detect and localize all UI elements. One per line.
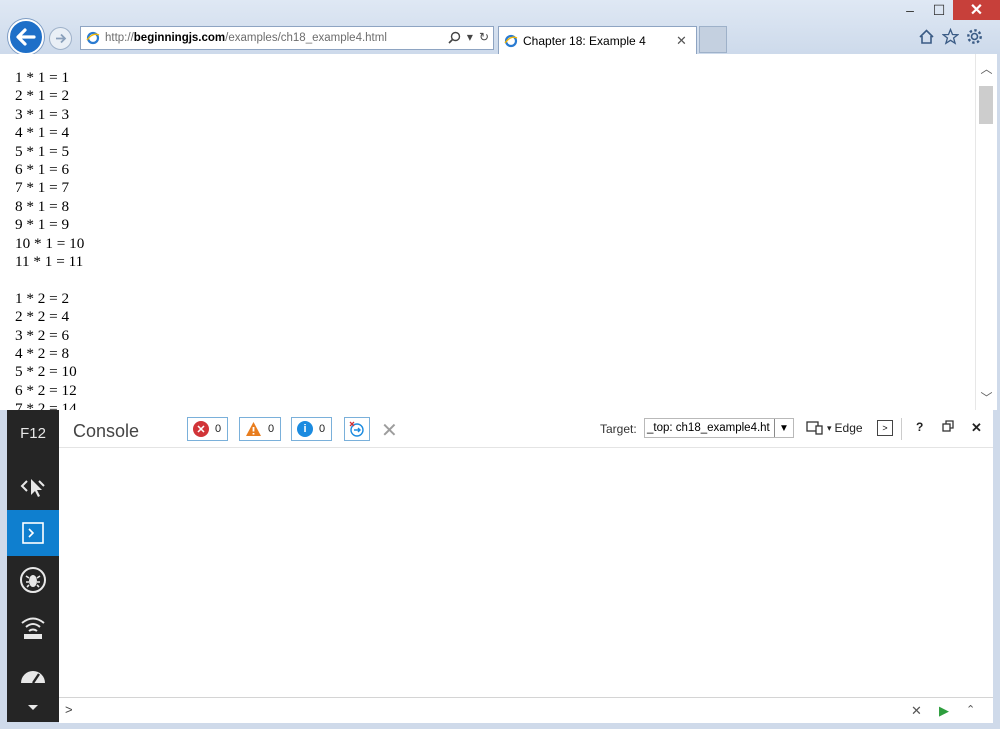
- list-item: 3 * 2 = 6: [15, 326, 70, 344]
- messages-filter-button[interactable]: i 0: [291, 417, 333, 441]
- list-item: 6 * 2 = 12: [15, 381, 77, 399]
- ie-logo-icon: [86, 31, 100, 45]
- console-tool[interactable]: [7, 510, 59, 556]
- ie-logo-icon: [504, 34, 518, 47]
- multiline-toggle-icon[interactable]: >: [877, 420, 893, 436]
- help-button[interactable]: ?: [916, 420, 923, 434]
- panel-title: Console: [73, 421, 140, 441]
- minimize-button[interactable]: –: [895, 0, 925, 20]
- list-item: 8 * 1 = 8: [15, 197, 70, 215]
- list-item: 11 * 1 = 11: [15, 253, 84, 271]
- back-arrow-icon: [16, 28, 36, 46]
- new-tab-button[interactable]: [699, 26, 727, 53]
- f12-label: F12: [20, 424, 46, 442]
- list-item: 4 * 1 = 4: [15, 124, 70, 142]
- error-icon: ✕: [193, 421, 209, 437]
- console-toolbar: Console ✕ 0 0 i 0 ✕ Target: _top: ch18_e…: [59, 410, 993, 448]
- list-item: 7 * 1 = 7: [15, 179, 70, 197]
- list-item: 1 * 2 = 2: [15, 289, 70, 307]
- close-window-button[interactable]: ✕: [953, 0, 1000, 20]
- back-button[interactable]: [8, 19, 44, 55]
- page-scrollbar[interactable]: ︿ ﹀: [975, 54, 997, 410]
- target-value: _top: ch18_example4.ht: [647, 422, 770, 434]
- address-bar[interactable]: http://beginningjs.com/examples/ch18_exa…: [80, 26, 494, 50]
- list-item: 5 * 2 = 10: [15, 363, 77, 381]
- maximize-button[interactable]: ☐: [925, 0, 953, 20]
- scroll-up-icon[interactable]: ︿: [976, 60, 997, 77]
- tab-title: Chapter 18: Example 4: [523, 33, 646, 48]
- settings-gear-icon[interactable]: [966, 28, 983, 45]
- list-item: 2 * 1 = 2: [15, 87, 70, 105]
- page-viewport: 1 * 1 = 1 2 * 1 = 2 3 * 1 = 3 4 * 1 = 4 …: [0, 54, 975, 410]
- search-icon[interactable]: [448, 31, 461, 44]
- errors-filter-button[interactable]: ✕ 0: [187, 417, 229, 441]
- list-item: 5 * 1 = 5: [15, 142, 70, 160]
- list-item: 10 * 1 = 10: [15, 234, 85, 252]
- list-item: 3 * 1 = 3: [15, 105, 70, 123]
- debugger-tool[interactable]: [7, 557, 59, 603]
- line-break: [15, 271, 84, 289]
- devtools-sidebar: F12: [7, 410, 59, 722]
- page-content: 1 * 1 = 1 2 * 1 = 2 3 * 1 = 3 4 * 1 = 4 …: [15, 69, 84, 410]
- pointer-select-icon: [20, 479, 45, 497]
- emulation-mode-button[interactable]: ▾ Edge: [806, 421, 863, 435]
- scroll-down-icon[interactable]: ﹀: [976, 389, 997, 406]
- list-item: 7 * 2 = 14: [15, 400, 77, 410]
- clear-input-icon[interactable]: ✕: [911, 703, 922, 719]
- home-icon[interactable]: [918, 28, 935, 45]
- list-item: 2 * 2 = 4: [15, 308, 70, 326]
- mode-label: Edge: [834, 421, 863, 435]
- list-item: 9 * 1 = 9: [15, 216, 70, 234]
- scrollbar-thumb[interactable]: [979, 86, 993, 124]
- warning-icon: [246, 422, 261, 436]
- console-panel: Console ✕ 0 0 i 0 ✕ Target: _top: ch18_e…: [59, 410, 993, 723]
- list-item: 4 * 2 = 8: [15, 345, 70, 363]
- forward-button[interactable]: [49, 27, 72, 50]
- more-tools-button[interactable]: [7, 692, 59, 722]
- refresh-icon[interactable]: ↻: [479, 30, 489, 44]
- tab-chapter-18[interactable]: Chapter 18: Example 4 ✕: [498, 26, 697, 54]
- clear-console-icon[interactable]: ✕: [381, 418, 398, 443]
- debugger-bug-icon: [20, 567, 46, 593]
- list-item: 6 * 1 = 6: [15, 161, 70, 179]
- target-label: Target:: [600, 422, 637, 436]
- network-tool[interactable]: [7, 605, 59, 651]
- clear-on-navigate-icon: [349, 421, 364, 437]
- list-item: 1 * 1 = 1: [15, 69, 70, 86]
- target-select[interactable]: _top: ch18_example4.ht ▼: [644, 418, 794, 438]
- divider: [901, 418, 902, 440]
- close-devtools-button[interactable]: ✕: [971, 420, 982, 436]
- prompt-chevron-icon: >: [65, 702, 73, 717]
- dropdown-arrow-icon: ▾: [827, 422, 832, 433]
- undock-icon[interactable]: [942, 420, 954, 435]
- run-script-icon[interactable]: ▶: [939, 703, 949, 719]
- console-icon: [22, 522, 44, 544]
- warnings-filter-button[interactable]: 0: [239, 417, 282, 441]
- chevron-down-icon: [28, 705, 38, 710]
- info-icon: i: [297, 421, 313, 437]
- device-emulation-icon: [806, 421, 823, 435]
- toolbar-icons: [918, 27, 983, 45]
- url-path: /examples/ch18_example4.html: [225, 32, 387, 44]
- dom-explorer-tool[interactable]: [7, 463, 59, 509]
- performance-gauge-icon: [21, 671, 45, 684]
- errors-count: 0: [215, 423, 222, 435]
- favorites-star-icon[interactable]: [941, 27, 960, 45]
- url-scheme: http://: [105, 32, 134, 44]
- warnings-count: 0: [268, 423, 275, 435]
- messages-count: 0: [319, 423, 326, 435]
- chevron-down-icon: ▼: [774, 419, 793, 437]
- dropdown-arrow-icon[interactable]: ▾: [467, 30, 473, 44]
- console-input[interactable]: > ✕ ▶ ⌃: [59, 697, 993, 723]
- url-host: beginningjs.com: [133, 32, 226, 44]
- expand-input-icon[interactable]: ⌃: [966, 703, 975, 716]
- tab-close-icon[interactable]: ✕: [676, 33, 696, 49]
- clear-on-navigate-button[interactable]: [344, 417, 370, 441]
- forward-arrow-icon: [56, 33, 67, 44]
- network-wifi-icon: [21, 617, 45, 639]
- browser-chrome: – ☐ ✕ http://beginningjs.com/examples/ch…: [0, 0, 1000, 55]
